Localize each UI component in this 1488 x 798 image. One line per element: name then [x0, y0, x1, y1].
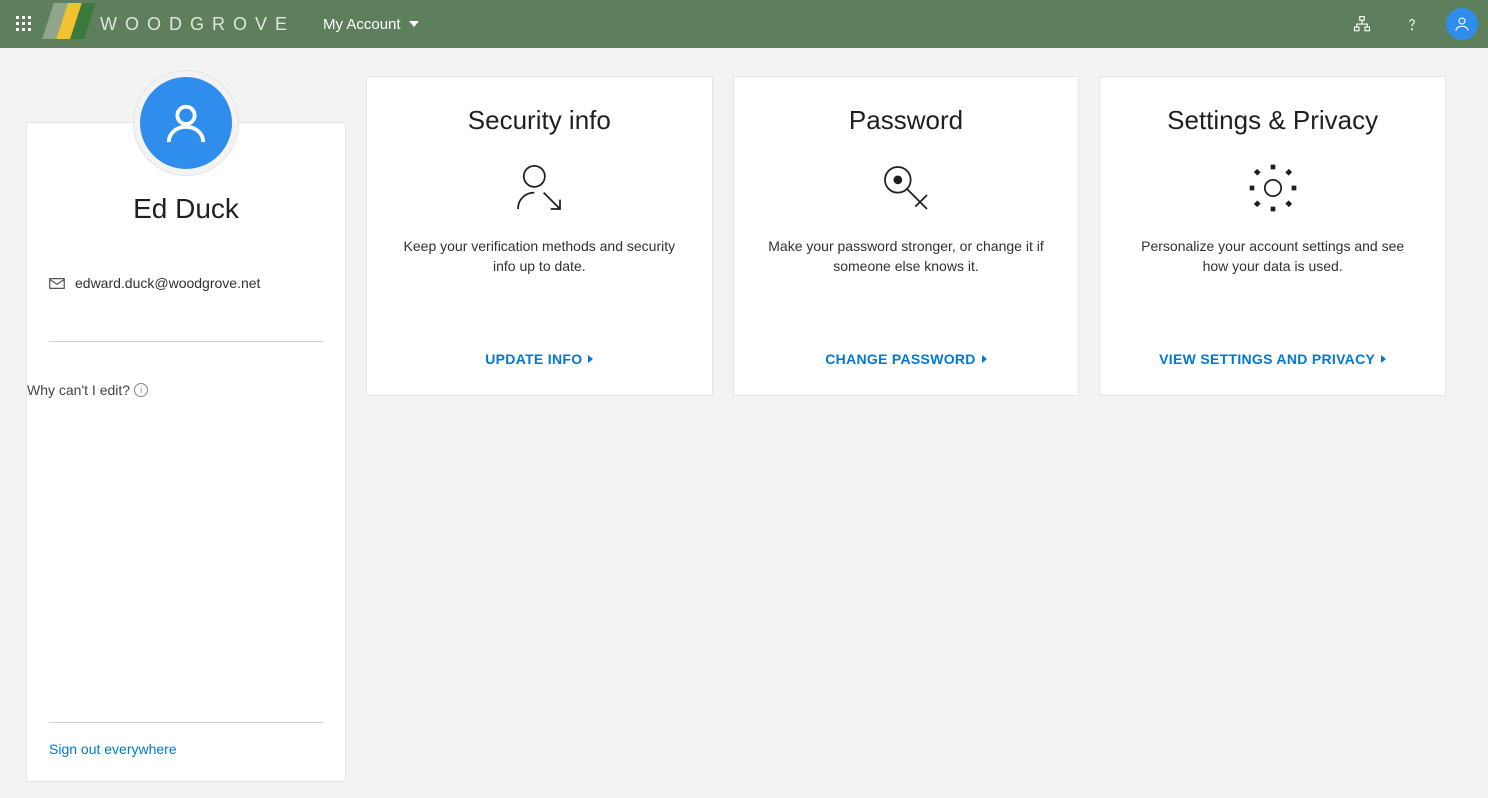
app-launcher-button[interactable]: [0, 0, 48, 48]
tile-title: Security info: [468, 105, 611, 136]
mail-icon: [49, 277, 65, 290]
key-icon: [878, 158, 934, 218]
edit-hint-text: Why can't I edit?: [27, 382, 130, 398]
security-person-icon: [511, 158, 567, 218]
content-area: Ed Duck edward.duck@woodgrove.net Why ca…: [0, 48, 1472, 798]
waffle-icon: [16, 16, 32, 32]
chevron-right-icon: [588, 355, 593, 363]
chevron-right-icon: [982, 355, 987, 363]
help-button[interactable]: [1396, 8, 1428, 40]
person-large-icon: [163, 100, 209, 146]
chevron-down-icon: [409, 21, 419, 27]
brand-logo: WOODGROVE: [52, 3, 295, 45]
brand-text: WOODGROVE: [100, 14, 295, 35]
profile-button[interactable]: [1446, 8, 1478, 40]
tile-security-info: Security info Keep your verification met…: [366, 76, 713, 396]
tile-title: Password: [849, 105, 963, 136]
profile-bottom: Sign out everywhere: [49, 722, 323, 759]
info-icon: i: [134, 383, 148, 397]
sitemap-icon: [1353, 15, 1371, 33]
profile-email: edward.duck@woodgrove.net: [75, 275, 260, 291]
profile-name: Ed Duck: [49, 193, 323, 225]
tile-desc: Make your password stronger, or change i…: [766, 236, 1046, 277]
chevron-right-icon: [1381, 355, 1386, 363]
person-icon: [1453, 15, 1471, 33]
update-info-link[interactable]: UPDATE INFO: [485, 327, 593, 367]
signout-everywhere-link[interactable]: Sign out everywhere: [49, 741, 177, 757]
brand-mark-icon: [52, 3, 94, 45]
dropdown-label: My Account: [323, 16, 401, 33]
org-switch-button[interactable]: [1346, 8, 1378, 40]
divider: [49, 341, 323, 342]
help-icon: [1403, 15, 1421, 33]
email-row: edward.duck@woodgrove.net: [49, 275, 323, 291]
edit-hint-link[interactable]: Why can't I edit? i: [27, 382, 323, 398]
tile-settings-privacy: Settings & Privacy Personalize your acco…: [1099, 76, 1446, 396]
my-account-dropdown[interactable]: My Account: [323, 16, 419, 33]
profile-avatar: [134, 71, 238, 175]
tile-desc: Personalize your account settings and se…: [1133, 236, 1413, 277]
top-bar: WOODGROVE My Account: [0, 0, 1488, 48]
change-password-link[interactable]: CHANGE PASSWORD: [825, 327, 986, 367]
view-settings-link[interactable]: VIEW SETTINGS AND PRIVACY: [1159, 327, 1386, 367]
tile-password: Password Make your password stronger, or…: [733, 76, 1080, 396]
gear-icon: [1245, 158, 1301, 218]
tile-title: Settings & Privacy: [1167, 105, 1378, 136]
top-right-actions: [1346, 0, 1478, 48]
tile-desc: Keep your verification methods and secur…: [399, 236, 679, 277]
profile-card: Ed Duck edward.duck@woodgrove.net Why ca…: [26, 122, 346, 782]
